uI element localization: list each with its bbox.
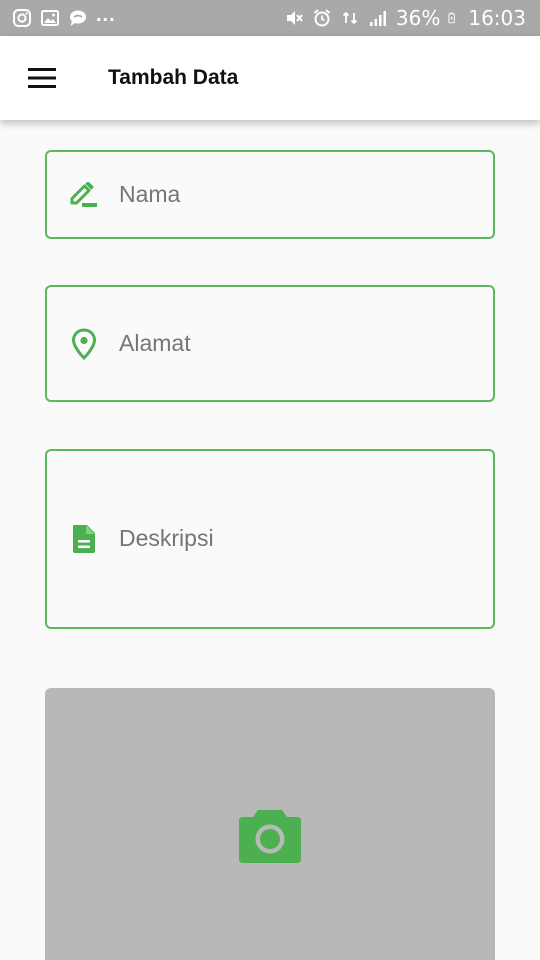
deskripsi-input[interactable] xyxy=(119,523,479,555)
signal-icon xyxy=(369,11,386,26)
status-bar-right: 36% 16:03 xyxy=(284,6,526,30)
deskripsi-icon-wrap xyxy=(47,523,119,555)
clock: 16:03 xyxy=(468,6,526,30)
nama-input[interactable] xyxy=(119,181,479,208)
status-bar-left: ... xyxy=(12,4,116,28)
alamat-icon-wrap xyxy=(47,327,119,360)
alamat-field[interactable] xyxy=(45,285,495,402)
photo-picker[interactable] xyxy=(45,688,495,960)
app-bar: Tambah Data xyxy=(0,36,540,120)
status-bar: ... 36% 16:03 xyxy=(0,0,540,36)
nama-field[interactable] xyxy=(45,150,495,239)
deskripsi-field[interactable] xyxy=(45,449,495,629)
alamat-input[interactable] xyxy=(119,330,479,357)
alarm-icon xyxy=(313,9,331,27)
edit-pencil-icon xyxy=(70,181,97,207)
hamburger-menu-icon xyxy=(28,68,56,88)
instagram-icon xyxy=(13,9,31,27)
battery-icon xyxy=(448,12,456,24)
nama-icon-wrap xyxy=(47,181,119,208)
document-icon xyxy=(73,525,95,553)
battery-percent: 36% xyxy=(395,6,441,30)
more-notifications: ... xyxy=(96,3,116,26)
menu-button[interactable] xyxy=(0,36,84,120)
page-title: Tambah Data xyxy=(108,66,239,89)
gallery-icon xyxy=(41,10,59,26)
mute-icon xyxy=(286,11,303,25)
location-pin-icon xyxy=(71,327,97,360)
camera-icon xyxy=(239,810,301,863)
data-icon xyxy=(342,11,358,25)
message-icon xyxy=(70,10,86,26)
